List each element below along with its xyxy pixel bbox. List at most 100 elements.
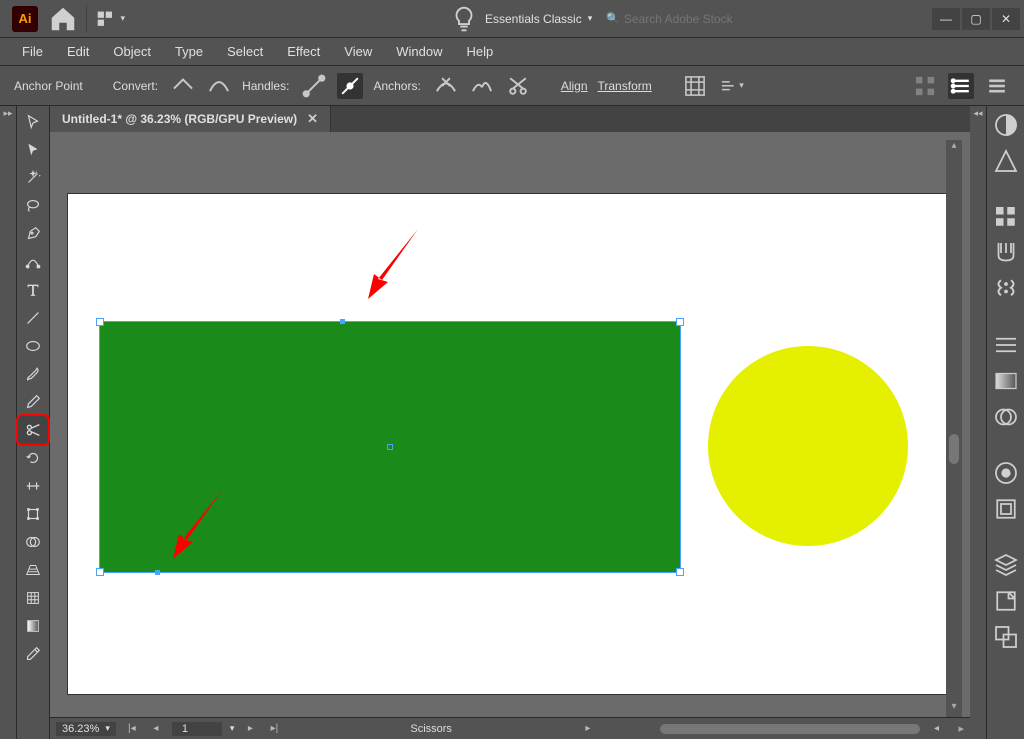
status-bar: 36.23% ▾ |◂ ◂ 1 ▾ ▸ ▸| Scissors ▸ ◂ ▸ <box>50 717 970 739</box>
scroll-thumb-v[interactable] <box>949 434 959 464</box>
workspace-switcher[interactable]: Essentials Classic ▾ <box>485 12 592 26</box>
snap-options-icon[interactable] <box>948 73 974 99</box>
appearance-panel[interactable] <box>991 458 1021 488</box>
direct-selection-tool[interactable] <box>18 136 48 164</box>
scroll-left-icon[interactable]: ◂ <box>928 721 944 737</box>
ellipse-tool[interactable] <box>18 332 48 360</box>
transform-link[interactable]: Transform <box>598 79 652 93</box>
scroll-down-icon[interactable]: ▾ <box>946 701 962 717</box>
gradient-tool[interactable] <box>18 612 48 640</box>
rotate-tool[interactable] <box>18 444 48 472</box>
magic-wand-tool[interactable] <box>18 164 48 192</box>
minimize-button[interactable]: — <box>932 8 960 30</box>
menu-view[interactable]: View <box>332 40 384 63</box>
menu-window[interactable]: Window <box>384 40 454 63</box>
vertical-scrollbar[interactable]: ▴ ▾ <box>946 140 962 717</box>
cut-path-icon[interactable] <box>505 73 531 99</box>
anchor-top[interactable] <box>340 319 345 324</box>
lightbulb-icon[interactable] <box>449 4 479 34</box>
pencil-tool[interactable] <box>18 388 48 416</box>
last-artboard-icon[interactable]: ▸| <box>266 721 282 737</box>
selection-tool[interactable] <box>18 108 48 136</box>
next-artboard-icon[interactable]: ▸ <box>242 721 258 737</box>
handle-bottom-left[interactable] <box>97 569 103 575</box>
collapse-right-icon[interactable]: ◂◂ <box>973 108 982 739</box>
left-strip: ▸▸ <box>0 106 16 739</box>
pen-tool[interactable] <box>18 220 48 248</box>
canvas[interactable] <box>58 140 946 717</box>
isolate-icon[interactable] <box>682 73 708 99</box>
scroll-right-icon[interactable]: ▸ <box>958 722 964 735</box>
gradient-panel-r[interactable] <box>991 366 1021 396</box>
eyedropper-tool[interactable] <box>18 640 48 668</box>
symbols-panel[interactable] <box>991 274 1021 304</box>
menu-object[interactable]: Object <box>101 40 163 63</box>
control-mode-label: Anchor Point <box>14 79 83 93</box>
paintbrush-tool[interactable] <box>18 360 48 388</box>
lasso-tool[interactable] <box>18 192 48 220</box>
menu-type[interactable]: Type <box>163 40 215 63</box>
first-artboard-icon[interactable]: |◂ <box>124 721 140 737</box>
convert-smooth-icon[interactable] <box>206 73 232 99</box>
artboards-panel[interactable] <box>991 622 1021 652</box>
right-strip: ◂◂ <box>970 106 986 739</box>
handle-top-right[interactable] <box>677 319 683 325</box>
stock-search[interactable]: 🔍 <box>602 12 784 26</box>
scissors-tool[interactable] <box>18 416 48 444</box>
free-transform-tool[interactable] <box>18 500 48 528</box>
collapse-left-icon[interactable]: ▸▸ <box>3 108 12 739</box>
home-icon[interactable] <box>48 4 78 34</box>
align-link[interactable]: Align <box>561 79 588 93</box>
toolbox <box>16 106 50 739</box>
transparency-panel[interactable] <box>991 402 1021 432</box>
handles-hide-icon[interactable] <box>337 73 363 99</box>
handle-top-left[interactable] <box>97 319 103 325</box>
prev-artboard-icon[interactable]: ◂ <box>148 721 164 737</box>
menu-select[interactable]: Select <box>215 40 275 63</box>
scroll-thumb-h[interactable] <box>660 724 920 734</box>
menu-effect[interactable]: Effect <box>275 40 332 63</box>
mesh-tool[interactable] <box>18 584 48 612</box>
menu-file[interactable]: File <box>10 40 55 63</box>
remove-anchor-icon[interactable] <box>433 73 459 99</box>
close-tab-icon[interactable]: ✕ <box>307 111 318 127</box>
perspective-grid-tool[interactable] <box>18 556 48 584</box>
maximize-button[interactable]: ▢ <box>962 8 990 30</box>
zoom-level[interactable]: 36.23% ▾ <box>56 722 116 736</box>
color-panel[interactable] <box>991 110 1021 140</box>
align-to-dropdown[interactable]: ▾ <box>718 73 744 99</box>
handles-show-icon[interactable] <box>301 73 327 99</box>
artboard-number[interactable]: 1 <box>172 722 222 736</box>
menu-bar: File Edit Object Type Select Effect View… <box>0 38 1024 66</box>
handle-bottom-right[interactable] <box>677 569 683 575</box>
color-guide-panel[interactable] <box>991 146 1021 176</box>
width-tool[interactable] <box>18 472 48 500</box>
status-menu-icon[interactable]: ▸ <box>580 721 596 737</box>
stroke-panel[interactable] <box>991 330 1021 360</box>
expand-panel-icon[interactable] <box>984 73 1010 99</box>
chevron-down-icon[interactable]: ▾ <box>230 723 235 734</box>
artboard[interactable] <box>68 194 946 694</box>
swatches-panel[interactable] <box>991 202 1021 232</box>
grid-view-icon[interactable] <box>912 73 938 99</box>
scroll-up-icon[interactable]: ▴ <box>946 140 962 154</box>
menu-help[interactable]: Help <box>454 40 505 63</box>
title-bar: Ai ▾ Essentials Classic ▾ 🔍 — ▢ ✕ <box>0 0 1024 38</box>
brushes-panel[interactable] <box>991 238 1021 268</box>
shape-builder-tool[interactable] <box>18 528 48 556</box>
yellow-circle[interactable] <box>708 346 908 546</box>
type-tool[interactable] <box>18 276 48 304</box>
anchor-bottom[interactable] <box>155 570 160 575</box>
menu-edit[interactable]: Edit <box>55 40 101 63</box>
asset-export-panel[interactable] <box>991 586 1021 616</box>
close-window-button[interactable]: ✕ <box>992 8 1020 30</box>
curvature-tool[interactable] <box>18 248 48 276</box>
connect-anchors-icon[interactable] <box>469 73 495 99</box>
document-tab[interactable]: Untitled-1* @ 36.23% (RGB/GPU Preview) ✕ <box>50 106 331 132</box>
search-input[interactable] <box>624 12 784 26</box>
arrange-documents-icon[interactable]: ▾ <box>95 4 125 34</box>
graphic-styles-panel[interactable] <box>991 494 1021 524</box>
line-tool[interactable] <box>18 304 48 332</box>
convert-corner-icon[interactable] <box>170 73 196 99</box>
layers-panel[interactable] <box>991 550 1021 580</box>
